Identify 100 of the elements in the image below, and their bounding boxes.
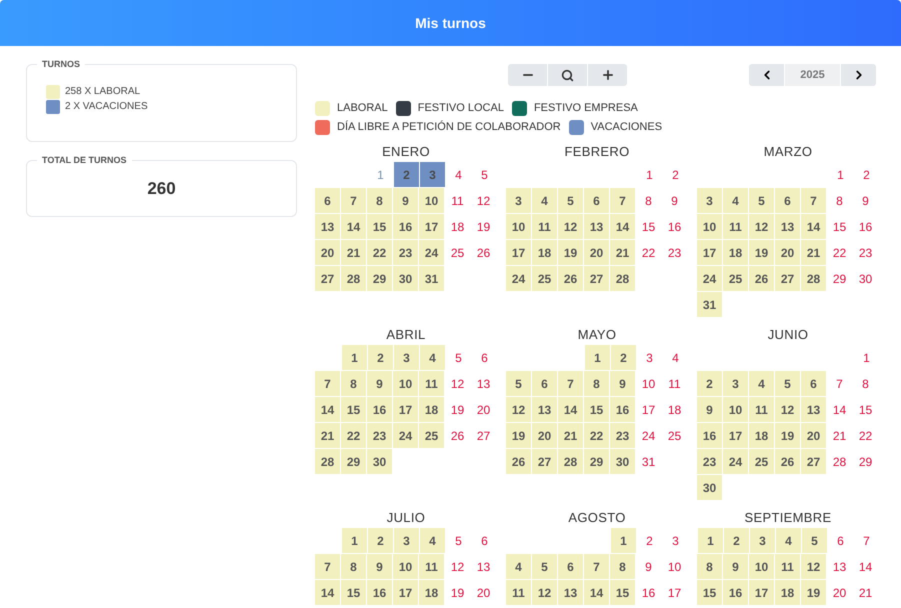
calendar-day: 12: [558, 214, 583, 239]
calendar-day: 6: [532, 371, 557, 396]
calendar-day: 19: [801, 580, 826, 605]
calendar-day: 12: [749, 214, 774, 239]
calendar-day: 23: [610, 423, 635, 448]
calendar-day: 21: [827, 423, 852, 448]
calendar-day: 2: [697, 371, 722, 396]
calendar-day: 17: [662, 580, 687, 605]
calendar-day: 9: [636, 554, 661, 579]
calendar-day: 28: [827, 449, 852, 474]
calendar-day: 13: [471, 554, 496, 579]
calendar-day: 2: [394, 162, 419, 187]
year-label: 2025: [785, 64, 840, 86]
calendar-day: 15: [341, 397, 366, 422]
calendar-day: 18: [662, 397, 687, 422]
legend-label: LABORAL: [337, 101, 388, 116]
calendar-day: 5: [446, 528, 471, 553]
calendar-day: 8: [610, 554, 635, 579]
calendar-day: 31: [419, 266, 444, 291]
calendar-day: 2: [724, 528, 749, 553]
calendar-day: 11: [749, 397, 774, 422]
calendar-day: 4: [420, 345, 445, 370]
legend-label: FESTIVO EMPRESA: [534, 101, 638, 116]
month-title: ABRIL: [385, 326, 427, 344]
calendar-day: 10: [393, 554, 418, 579]
calendar-day: 23: [697, 449, 722, 474]
calendar-day: 6: [584, 188, 609, 213]
calendar-day: 5: [472, 162, 497, 187]
legend-label: DÍA LIBRE A PETICIÓN DE COLABORADOR: [337, 120, 561, 136]
calendar-day: 21: [801, 240, 826, 265]
calendar-day: 2: [368, 345, 393, 370]
calendar-day: 16: [697, 423, 722, 448]
calendar-day: 11: [775, 554, 800, 579]
calendar-day: 7: [827, 371, 852, 396]
calendar-day: 9: [367, 554, 392, 579]
previous-year-button[interactable]: [749, 64, 784, 86]
calendar-day: 27: [315, 266, 340, 291]
calendar-day: 3: [750, 528, 775, 553]
calendar-day: 2: [637, 528, 662, 553]
calendar-day: 14: [315, 397, 340, 422]
calendar-day: 14: [584, 580, 609, 605]
calendar-day: 17: [419, 214, 444, 239]
calendar-day: 30: [853, 266, 878, 291]
zoom-search-button[interactable]: [548, 64, 587, 86]
calendar-day: 26: [506, 449, 531, 474]
calendar-day: 23: [393, 240, 418, 265]
calendar-day: 9: [697, 397, 722, 422]
next-year-button[interactable]: [841, 64, 876, 86]
calendar-day: 9: [393, 188, 418, 213]
calendar-day: 29: [584, 449, 609, 474]
turno-count: 2 X VACACIONES: [65, 100, 148, 114]
calendar-day: 27: [584, 266, 609, 291]
calendar-day: 18: [419, 580, 444, 605]
zoom-plus-button[interactable]: [588, 64, 627, 86]
zoom-minus-button[interactable]: [508, 64, 547, 86]
calendar-day: 7: [610, 188, 635, 213]
calendar-day: 21: [853, 580, 878, 605]
calendar-day: 2: [368, 528, 393, 553]
calendar-day: 6: [315, 188, 340, 213]
calendar-day: 17: [393, 397, 418, 422]
calendar-day: 25: [723, 266, 748, 291]
calendar-day: 16: [853, 214, 878, 239]
calendar-day: 22: [584, 423, 609, 448]
calendar-day: 25: [445, 240, 470, 265]
calendar-day: 6: [558, 554, 583, 579]
calendar-day: 16: [393, 214, 418, 239]
calendar-day: 4: [663, 345, 688, 370]
calendar-day: 17: [393, 580, 418, 605]
calendar-day: 19: [558, 240, 583, 265]
calendar-day: 17: [697, 240, 722, 265]
calendar-day: 28: [315, 449, 340, 474]
calendar-day: 27: [775, 266, 800, 291]
calendar-day: 26: [775, 449, 800, 474]
calendar-day: 5: [446, 345, 471, 370]
calendar-day: 22: [367, 240, 392, 265]
calendar-day: 5: [802, 528, 827, 553]
calendar-day: 3: [663, 528, 688, 553]
calendar-day: 12: [801, 554, 826, 579]
page-title: Mis turnos: [415, 14, 486, 32]
calendar-day: 25: [532, 266, 557, 291]
calendar-day: 1: [342, 345, 367, 370]
calendar-day: 10: [393, 371, 418, 396]
calendar-day: 7: [341, 188, 366, 213]
month-title: FEBRERO: [563, 143, 631, 161]
calendar-day: 14: [558, 397, 583, 422]
calendar-day: 6: [828, 528, 853, 553]
calendar-day: 26: [749, 266, 774, 291]
calendar-day: 20: [801, 423, 826, 448]
calendar-day: 5: [775, 371, 800, 396]
calendar-day: 6: [801, 371, 826, 396]
calendar-day: 9: [723, 554, 748, 579]
calendar-day: 7: [584, 554, 609, 579]
calendar-day: 30: [610, 449, 635, 474]
calendar-day: 31: [697, 292, 722, 317]
calendar-day: 3: [394, 345, 419, 370]
calendar-day: 1: [854, 345, 879, 370]
calendar-day: 30: [697, 475, 722, 500]
calendar-day: 10: [419, 188, 444, 213]
calendar-day: 11: [419, 554, 444, 579]
calendar-day: 11: [662, 371, 687, 396]
